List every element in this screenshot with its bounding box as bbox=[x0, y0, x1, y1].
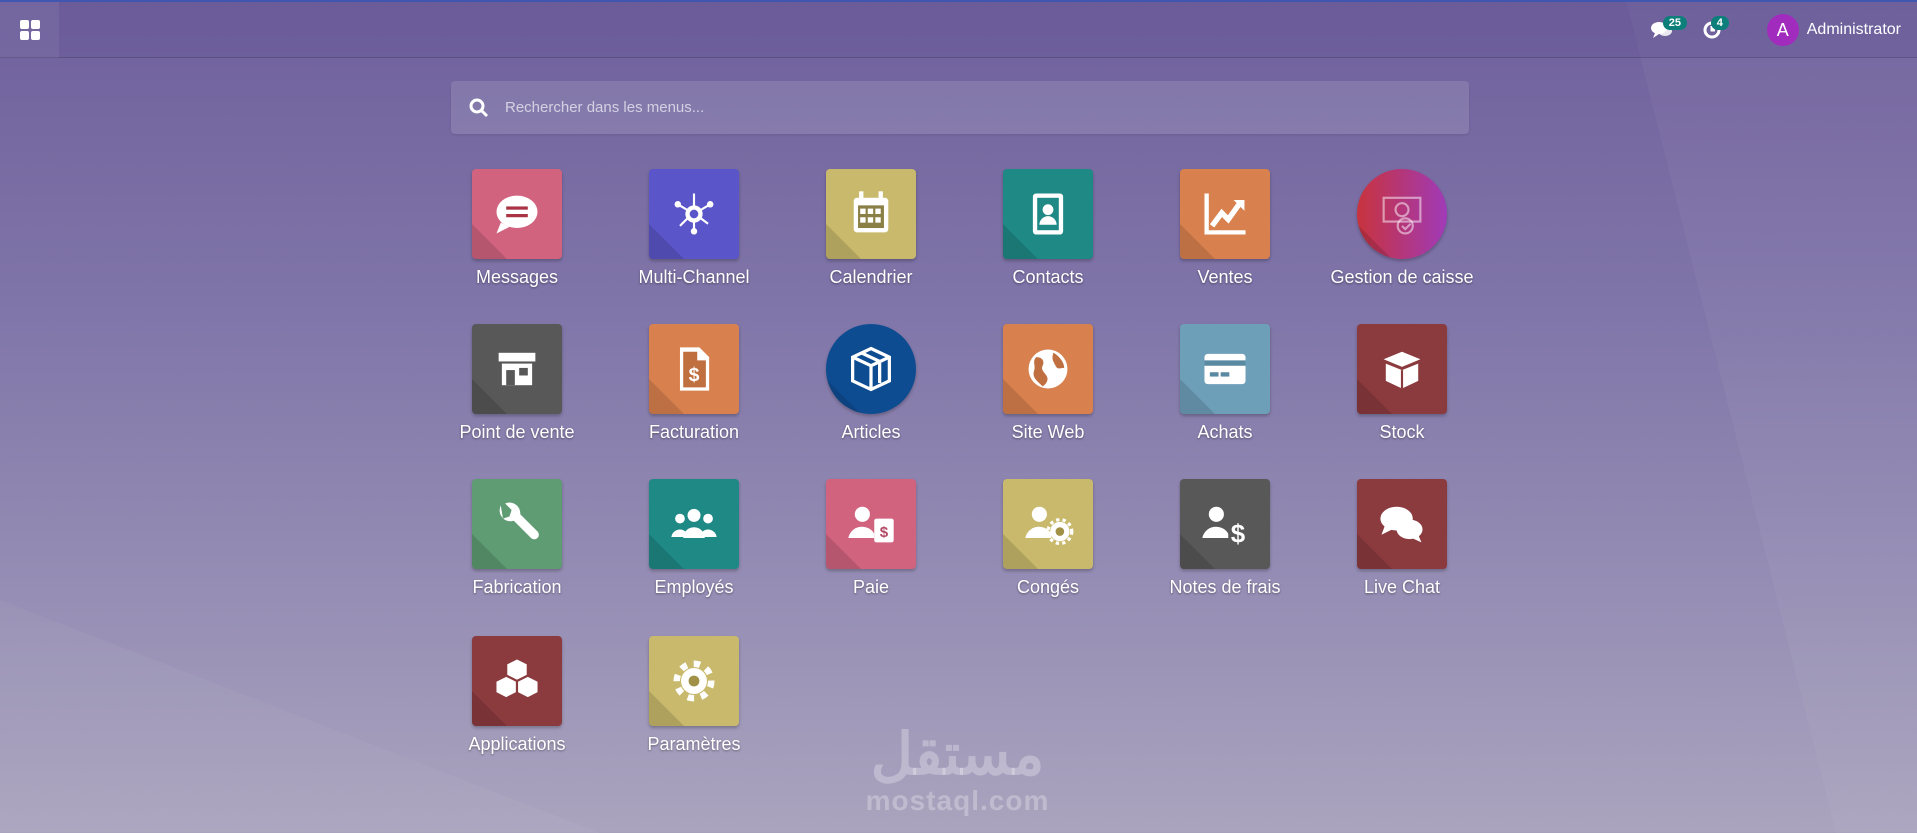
avatar: A bbox=[1766, 14, 1799, 46]
cube-box-icon bbox=[851, 346, 891, 392]
chats-icon bbox=[1380, 506, 1423, 543]
svg-text:$: $ bbox=[1231, 520, 1246, 548]
app-label: Live Chat bbox=[1363, 577, 1441, 597]
calendar-icon bbox=[853, 191, 889, 233]
app-tile bbox=[649, 169, 739, 259]
app-notes-de-frais[interactable]: $ Notes de frais bbox=[1145, 479, 1305, 598]
network-hub-icon bbox=[674, 193, 714, 235]
app-label: Point de vente bbox=[459, 422, 575, 442]
search-icon bbox=[469, 98, 489, 117]
users-icon bbox=[671, 508, 717, 539]
app-label: Applications bbox=[468, 734, 566, 754]
app-tile bbox=[826, 169, 916, 259]
app-tile bbox=[472, 169, 562, 259]
app-param-tres[interactable]: Paramètres bbox=[614, 636, 774, 755]
app-tile bbox=[826, 324, 916, 414]
user-payslip-icon: $ bbox=[848, 506, 894, 543]
app-contacts[interactable]: Contacts bbox=[968, 169, 1128, 288]
app-articles[interactable]: Articles bbox=[791, 324, 951, 443]
app-label: Employés bbox=[654, 577, 734, 597]
invoice-dollar-icon: $ bbox=[679, 347, 710, 391]
app-tile: $ bbox=[649, 324, 739, 414]
credit-card-icon bbox=[1204, 353, 1246, 385]
app-label: Site Web bbox=[1011, 422, 1085, 442]
app-label: Paramètres bbox=[647, 734, 741, 754]
wrench-icon bbox=[499, 502, 539, 540]
app-live-chat[interactable]: Live Chat bbox=[1322, 479, 1482, 598]
app-facturation[interactable]: $ Facturation bbox=[614, 324, 774, 443]
grid-icon bbox=[19, 20, 40, 40]
cubes-icon bbox=[494, 657, 540, 700]
app-label: Notes de frais bbox=[1169, 577, 1281, 597]
app-tile bbox=[1357, 324, 1447, 414]
activity-menu[interactable]: 4 bbox=[1687, 2, 1737, 58]
svg-text:$: $ bbox=[689, 364, 700, 386]
app-tile bbox=[472, 636, 562, 726]
cash-check-icon bbox=[1382, 196, 1422, 235]
app-label: Congés bbox=[1016, 577, 1080, 597]
top-navbar: 25 4 A Administrator bbox=[0, 0, 1917, 58]
app-point-de-vente[interactable]: Point de vente bbox=[437, 324, 597, 443]
app-label: Facturation bbox=[648, 422, 740, 442]
app-label: Gestion de caisse bbox=[1330, 267, 1474, 287]
app-calendrier[interactable]: Calendrier bbox=[791, 169, 951, 288]
app-gestion-de-caisse[interactable]: Gestion de caisse bbox=[1322, 169, 1482, 288]
address-book-icon bbox=[1032, 193, 1064, 235]
app-tile bbox=[472, 324, 562, 414]
messaging-menu[interactable]: 25 bbox=[1637, 2, 1687, 58]
app-label: Calendrier bbox=[829, 267, 913, 287]
app-applications[interactable]: Applications bbox=[437, 636, 597, 755]
svg-text:$: $ bbox=[880, 524, 889, 541]
app-ventes[interactable]: Ventes bbox=[1145, 169, 1305, 288]
watermark: مستقل mostaql.com bbox=[850, 725, 1065, 817]
app-multi-channel[interactable]: Multi-Channel bbox=[614, 169, 774, 288]
app-tile bbox=[472, 479, 562, 569]
user-gear-icon bbox=[1025, 506, 1074, 546]
app-cong-s[interactable]: Congés bbox=[968, 479, 1128, 598]
app-stock[interactable]: Stock bbox=[1322, 324, 1482, 443]
app-tile: $ bbox=[1180, 479, 1270, 569]
app-label: Contacts bbox=[1012, 267, 1084, 287]
globe-icon bbox=[1028, 349, 1068, 389]
app-tile bbox=[1180, 324, 1270, 414]
watermark-arabic: مستقل bbox=[870, 722, 1045, 787]
messages-badge: 25 bbox=[1662, 16, 1687, 30]
app-tile bbox=[649, 636, 739, 726]
app-label: Articles bbox=[841, 422, 901, 442]
app-tile bbox=[1357, 169, 1447, 259]
app-label: Paie bbox=[852, 577, 890, 597]
app-tile: $ bbox=[826, 479, 916, 569]
app-tile bbox=[1357, 479, 1447, 569]
app-label: Stock bbox=[1379, 422, 1425, 442]
app-tile bbox=[1003, 324, 1093, 414]
app-label: Achats bbox=[1197, 422, 1253, 442]
user-name: Administrator bbox=[1806, 21, 1901, 38]
store-icon bbox=[498, 352, 536, 386]
app-menu-button[interactable] bbox=[0, 2, 59, 58]
chat-bubble-icon bbox=[496, 195, 538, 234]
app-site-web[interactable]: Site Web bbox=[968, 324, 1128, 443]
app-tile bbox=[1003, 169, 1093, 259]
menu-search-bar bbox=[451, 81, 1469, 134]
app-employ-s[interactable]: Employés bbox=[614, 479, 774, 598]
activity-badge: 4 bbox=[1710, 16, 1729, 30]
app-paie[interactable]: $ Paie bbox=[791, 479, 951, 598]
watermark-latin: mostaql.com bbox=[865, 785, 1050, 816]
app-messages[interactable]: Messages bbox=[437, 169, 597, 288]
user-menu[interactable]: A Administrator bbox=[1766, 14, 1901, 46]
app-tile bbox=[1003, 479, 1093, 569]
gear-icon bbox=[673, 660, 715, 702]
app-tile bbox=[1180, 169, 1270, 259]
app-label: Ventes bbox=[1197, 267, 1253, 287]
app-achats[interactable]: Achats bbox=[1145, 324, 1305, 443]
open-box-icon bbox=[1383, 351, 1421, 389]
chart-up-icon bbox=[1204, 193, 1246, 235]
app-fabrication[interactable]: Fabrication bbox=[437, 479, 597, 598]
app-tile bbox=[649, 479, 739, 569]
app-label: Multi-Channel bbox=[638, 267, 750, 287]
search-input[interactable] bbox=[505, 99, 1405, 116]
app-label: Fabrication bbox=[472, 577, 562, 597]
user-dollar-icon: $ bbox=[1202, 506, 1246, 548]
app-label: Messages bbox=[475, 267, 559, 287]
